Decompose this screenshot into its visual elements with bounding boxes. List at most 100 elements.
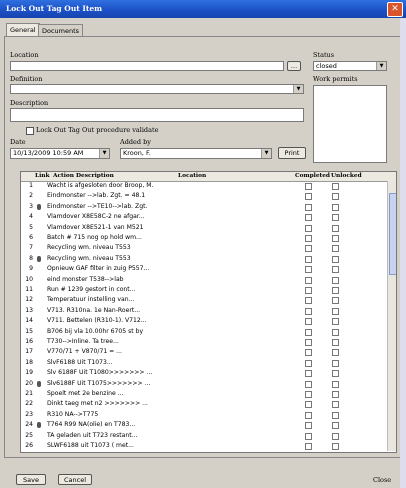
- unlocked-checkbox[interactable]: [332, 443, 339, 450]
- completed-checkbox[interactable]: [305, 214, 312, 222]
- attachment-link-icon[interactable]: [37, 203, 41, 210]
- completed-checkbox[interactable]: [305, 307, 312, 315]
- table-row[interactable]: 2 Eindmonster -->lab. Zgt. = 48.1: [21, 192, 388, 201]
- table-row[interactable]: 7 Recycling wm. niveau T553: [21, 244, 388, 253]
- completed-checkbox[interactable]: [305, 183, 312, 190]
- window-scrollbar[interactable]: [400, 18, 406, 488]
- unlocked-checkbox[interactable]: [332, 411, 339, 419]
- col-completed[interactable]: Completed: [295, 173, 330, 179]
- close-window-button[interactable]: ✕: [387, 2, 403, 17]
- completed-checkbox[interactable]: [305, 422, 312, 430]
- completed-checkbox[interactable]: [305, 266, 312, 274]
- table-row[interactable]: 24 T764 R99 NA(olie) en T783...: [21, 421, 388, 430]
- table-row[interactable]: 3 Eindmonster -->TE10-->lab. Zgt.: [21, 203, 388, 212]
- table-row[interactable]: 13 V713. R310na. 1e Nan-Roert...: [21, 307, 388, 316]
- unlocked-checkbox[interactable]: [332, 276, 339, 284]
- added-by-select[interactable]: Kroon, F. ▼: [120, 148, 272, 159]
- col-location[interactable]: Location: [178, 173, 206, 179]
- table-row[interactable]: 14 V711. Bettelen (R310-1). V712...: [21, 317, 388, 326]
- completed-checkbox[interactable]: [305, 339, 312, 346]
- chevron-down-icon[interactable]: ▼: [293, 85, 303, 93]
- col-action-description[interactable]: Action Description: [53, 173, 114, 179]
- print-button[interactable]: Print: [278, 147, 306, 159]
- unlocked-checkbox[interactable]: [332, 339, 339, 346]
- completed-checkbox[interactable]: [305, 401, 312, 409]
- unlocked-checkbox[interactable]: [332, 318, 339, 326]
- chevron-down-icon[interactable]: ▼: [376, 62, 386, 70]
- close-button[interactable]: Close: [373, 476, 391, 484]
- table-row[interactable]: 21 Spoelt met 2e benzine ...: [21, 390, 388, 399]
- unlocked-checkbox[interactable]: [332, 307, 339, 315]
- unlocked-checkbox[interactable]: [332, 422, 339, 430]
- tab-general[interactable]: General: [6, 23, 40, 37]
- attachment-link-icon[interactable]: [37, 255, 41, 262]
- table-row[interactable]: 15 B706 bij vla 10.00hr 6705 st by: [21, 328, 388, 337]
- status-select[interactable]: closed ▼: [313, 61, 387, 71]
- completed-checkbox[interactable]: [305, 349, 312, 357]
- completed-checkbox[interactable]: [305, 235, 312, 242]
- col-unlocked[interactable]: Unlocked: [331, 173, 362, 179]
- loto-validate-checkbox[interactable]: [26, 127, 34, 135]
- grid-scrollbar[interactable]: [387, 181, 396, 451]
- table-row[interactable]: 18 SlvF6188 Uit T1073...: [21, 359, 388, 368]
- completed-checkbox[interactable]: [305, 391, 312, 398]
- unlocked-checkbox[interactable]: [332, 401, 339, 409]
- completed-checkbox[interactable]: [305, 203, 312, 211]
- unlocked-checkbox[interactable]: [332, 380, 339, 388]
- description-field[interactable]: [10, 108, 304, 122]
- table-row[interactable]: 11 Run # 1239 gestort in cont...: [21, 286, 388, 295]
- unlocked-checkbox[interactable]: [332, 224, 339, 232]
- table-row[interactable]: 19 Slv 6188F Uit T1080>>>>>>> ...: [21, 369, 388, 378]
- unlocked-checkbox[interactable]: [332, 193, 339, 201]
- table-row[interactable]: 1 Wacht is afgesloten door Broop, M.: [21, 182, 388, 191]
- completed-checkbox[interactable]: [305, 328, 312, 336]
- table-row[interactable]: 25 TA geladen uit T723 restant...: [21, 432, 388, 441]
- unlocked-checkbox[interactable]: [332, 245, 339, 253]
- table-row[interactable]: 8 Recycling wm. niveau T553: [21, 255, 388, 264]
- unlocked-checkbox[interactable]: [332, 328, 339, 336]
- work-permits-list[interactable]: [313, 85, 387, 163]
- unlocked-checkbox[interactable]: [332, 255, 339, 263]
- unlocked-checkbox[interactable]: [332, 287, 339, 294]
- table-row[interactable]: 16 T730-->Inline. Ta tree...: [21, 338, 388, 347]
- unlocked-checkbox[interactable]: [332, 432, 339, 440]
- unlocked-checkbox[interactable]: [332, 349, 339, 357]
- table-row[interactable]: 4 Vlamdover X8E58C-2 ne afgar...: [21, 213, 388, 222]
- col-link[interactable]: Link: [35, 173, 50, 179]
- save-button[interactable]: Save: [16, 474, 46, 485]
- table-row[interactable]: 12 Temperatuur instelling van...: [21, 296, 388, 305]
- attachment-link-icon[interactable]: [37, 422, 41, 429]
- date-picker[interactable]: 10/13/2009 10:59 AM ▼: [10, 148, 110, 159]
- unlocked-checkbox[interactable]: [332, 214, 339, 222]
- table-row[interactable]: 23 R310 NA-->T775: [21, 411, 388, 420]
- unlocked-checkbox[interactable]: [332, 183, 339, 190]
- chevron-down-icon[interactable]: ▼: [261, 149, 271, 158]
- completed-checkbox[interactable]: [305, 297, 312, 305]
- unlocked-checkbox[interactable]: [332, 235, 339, 242]
- completed-checkbox[interactable]: [305, 276, 312, 284]
- table-row[interactable]: 9 Opnieuw GAF filter in zuig P557...: [21, 265, 388, 274]
- completed-checkbox[interactable]: [305, 432, 312, 440]
- table-row[interactable]: 5 Vlamdover X8E521-1 van M521: [21, 224, 388, 233]
- unlocked-checkbox[interactable]: [332, 203, 339, 211]
- completed-checkbox[interactable]: [305, 359, 312, 367]
- completed-checkbox[interactable]: [305, 380, 312, 388]
- completed-checkbox[interactable]: [305, 245, 312, 253]
- completed-checkbox[interactable]: [305, 411, 312, 419]
- table-row[interactable]: 26 SLWF6188 uit T1073 ( met...: [21, 442, 388, 451]
- table-row[interactable]: 22 Dinkt taeg met n2 >>>>>>> ...: [21, 400, 388, 409]
- completed-checkbox[interactable]: [305, 224, 312, 232]
- completed-checkbox[interactable]: [305, 370, 312, 378]
- unlocked-checkbox[interactable]: [332, 370, 339, 378]
- table-row[interactable]: 10 eind monster T538-->lab: [21, 276, 388, 285]
- completed-checkbox[interactable]: [305, 287, 312, 294]
- table-row[interactable]: 17 V770/71 + V870/71 = ...: [21, 348, 388, 357]
- unlocked-checkbox[interactable]: [332, 266, 339, 274]
- table-row[interactable]: 20 Slv6188F Uit T1075>>>>>>> ...: [21, 380, 388, 389]
- completed-checkbox[interactable]: [305, 255, 312, 263]
- completed-checkbox[interactable]: [305, 443, 312, 450]
- attachment-link-icon[interactable]: [37, 380, 41, 387]
- unlocked-checkbox[interactable]: [332, 297, 339, 305]
- unlocked-checkbox[interactable]: [332, 359, 339, 367]
- cancel-button[interactable]: Cancel: [58, 474, 92, 485]
